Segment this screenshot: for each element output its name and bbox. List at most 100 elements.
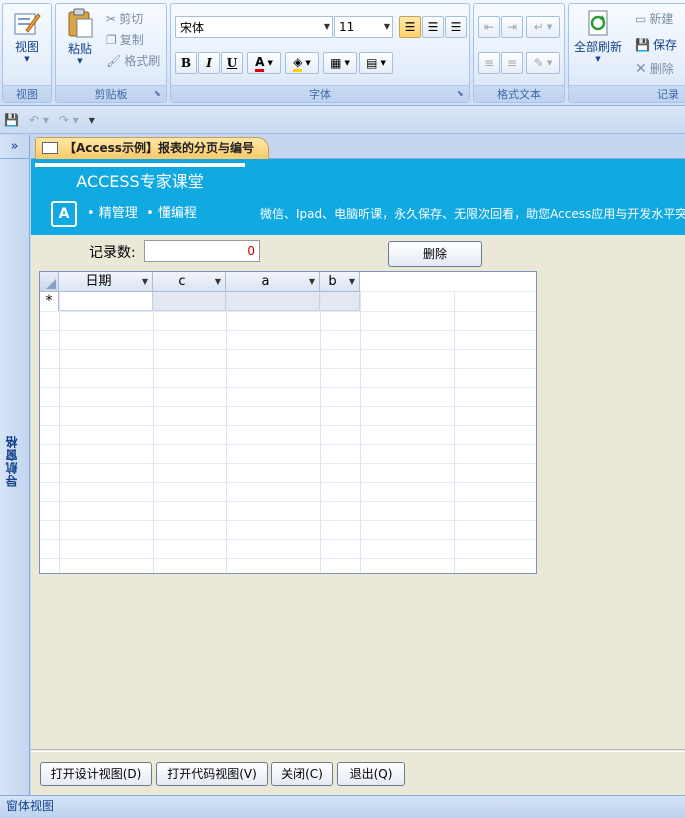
bulleted-list-icon: ≡ — [506, 56, 518, 70]
copy-button[interactable]: ❐ 复制 — [106, 31, 144, 48]
grid-row-line — [40, 406, 536, 407]
column-header-date[interactable]: 日期 ▼ — [59, 272, 153, 292]
column-header-a[interactable]: a ▼ — [226, 272, 320, 292]
clipboard-group: 粘贴 ▼ ✂ 剪切 ❐ 复制 🖌 格式刷 剪贴板 ⬊ — [55, 3, 167, 103]
grid-row-line — [40, 444, 536, 445]
close-button[interactable]: 关闭(C) — [271, 762, 333, 786]
document-tab-title: 【Access示例】报表的分页与编号 — [64, 141, 254, 155]
highlight-button[interactable]: ✎ ▼ — [526, 52, 560, 74]
paste-button[interactable]: 粘贴 ▼ — [62, 8, 98, 65]
grid-icon: ▦ — [330, 56, 342, 70]
font-size-select[interactable]: 11 ▼ — [334, 16, 393, 38]
column-header-c[interactable]: c ▼ — [153, 272, 226, 292]
italic-label: I — [206, 56, 212, 70]
grid-column-line — [226, 292, 227, 573]
alternate-row-color-button[interactable]: ▤ ▼ — [359, 52, 393, 74]
form-view: ACCESS专家课堂 A • 精管理 • 懂编程 微信、Ipad、电脑听课，永久保… — [31, 159, 685, 795]
new-record-button[interactable]: ▭ 新建 — [635, 10, 673, 27]
brush-icon: 🖌 — [106, 53, 122, 68]
view-button-label: 视图 — [14, 40, 39, 54]
datasheet-subform[interactable]: 日期 ▼ c ▼ a ▼ b ▼ * — [39, 271, 537, 574]
new-record-cell[interactable] — [226, 292, 320, 311]
records-group: 全部刷新 ▼ ▭ 新建 💾 保存 ✕ 删除 记录 — [568, 3, 685, 103]
format-painter-label: 格式刷 — [124, 54, 161, 68]
copy-icon: ❐ — [106, 32, 117, 47]
view-button[interactable]: 视图 ▼ — [7, 8, 47, 63]
column-header-b[interactable]: b ▼ — [320, 272, 360, 292]
status-bar: 窗体视图 — [0, 795, 685, 818]
font-group-label: 字体 — [171, 85, 469, 102]
chevron-down-icon[interactable]: ▼ — [309, 272, 315, 291]
exit-button[interactable]: 退出(Q) — [337, 762, 405, 786]
chevron-down-icon[interactable]: ▼ — [215, 272, 221, 291]
chevron-down-icon[interactable]: ▼ — [349, 272, 355, 291]
align-center-button[interactable]: ☰ — [422, 16, 444, 38]
new-record-cell[interactable] — [153, 292, 226, 311]
new-record-cell[interactable] — [320, 292, 360, 311]
new-record-cell[interactable] — [59, 292, 153, 311]
save-icon[interactable]: 💾 — [4, 113, 19, 127]
chevron-down-icon: ▼ — [344, 59, 350, 67]
quick-access-toolbar: 💾 ↶ ▾ ↷ ▾ ▾ — [0, 106, 685, 134]
new-record-row-selector[interactable]: * — [40, 292, 59, 311]
status-view-label: 窗体视图 — [6, 799, 55, 813]
bold-label: B — [180, 56, 192, 70]
align-right-button[interactable]: ☰ — [445, 16, 467, 38]
delete-record-button[interactable]: ✕ 删除 — [635, 60, 674, 77]
align-left-button[interactable]: ☰ — [399, 16, 421, 38]
increase-indent-button[interactable]: ⇥ — [501, 16, 523, 38]
banner-slogan: 微信、Ipad、电脑听课，永久保存、无限次回看，助您Access应用与开发水平突 — [260, 207, 685, 221]
grid-row-line — [40, 482, 536, 483]
tab-form-document[interactable]: 【Access示例】报表的分页与编号 — [35, 137, 269, 159]
underline-label: U — [226, 56, 238, 70]
redo-icon[interactable]: ↷ ▾ — [59, 113, 79, 127]
nav-pane-toggle-icon[interactable]: » — [0, 135, 29, 159]
numbering-button[interactable]: ≡ — [478, 52, 500, 74]
save-record-button[interactable]: 💾 保存 — [635, 36, 677, 53]
navigation-pane-label[interactable]: 导航窗格 — [3, 435, 27, 487]
select-all-corner[interactable] — [40, 272, 59, 292]
fill-color-button[interactable]: ◈ ▼ — [285, 52, 319, 74]
bullets-button[interactable]: ≡ — [501, 52, 523, 74]
underline-button[interactable]: U — [221, 52, 243, 74]
chevron-down-icon: ▼ — [323, 22, 330, 31]
decrease-indent-button[interactable]: ⇤ — [478, 16, 500, 38]
column-header-empty — [360, 272, 536, 292]
highlight-icon: ✎ — [533, 56, 544, 70]
customize-toolbar-icon[interactable]: ▾ — [89, 113, 95, 127]
open-design-view-button[interactable]: 打开设计视图(D) — [40, 762, 152, 786]
grid-column-line — [454, 292, 455, 573]
align-left-icon: ☰ — [404, 20, 416, 34]
chevron-down-icon: ▼ — [77, 57, 83, 65]
text-direction-button[interactable]: ↵ ▼ — [526, 16, 560, 38]
chevron-down-icon[interactable]: ▼ — [142, 272, 148, 291]
open-code-view-button[interactable]: 打开代码视图(V) — [156, 762, 268, 786]
grid-row-line — [40, 539, 536, 540]
italic-button[interactable]: I — [198, 52, 220, 74]
dialog-launcher-icon[interactable]: ⬊ — [457, 90, 466, 99]
header-banner: ACCESS专家课堂 A • 精管理 • 懂编程 微信、Ipad、电脑听课，永久保… — [31, 159, 685, 235]
align-center-icon: ☰ — [427, 20, 439, 34]
gridlines-button[interactable]: ▦ ▼ — [323, 52, 357, 74]
bold-button[interactable]: B — [175, 52, 197, 74]
paste-button-label: 粘贴 — [67, 42, 92, 56]
access-logo-icon: A — [51, 200, 77, 227]
cut-button-label: 剪切 — [119, 12, 144, 26]
format-painter-button[interactable]: 🖌 格式刷 — [106, 52, 160, 69]
banner-title: ACCESS专家课堂 — [35, 167, 245, 197]
font-size-value: 11 — [339, 20, 355, 34]
dialog-launcher-icon[interactable]: ⬊ — [154, 90, 163, 99]
font-color-button[interactable]: A ▼ — [247, 52, 281, 74]
rich-text-group-label: 格式文本 — [474, 85, 564, 102]
cut-button[interactable]: ✂ 剪切 — [106, 10, 143, 27]
grid-row-line — [40, 463, 536, 464]
undo-icon[interactable]: ↶ ▾ — [29, 113, 49, 127]
refresh-all-button[interactable]: 全部刷新 ▼ — [571, 8, 625, 63]
record-count-field[interactable]: 0 — [144, 240, 260, 262]
delete-button[interactable]: 删除 — [388, 241, 482, 267]
navigation-pane[interactable]: » 导航窗格 — [0, 135, 30, 795]
font-name-select[interactable]: 宋体 ▼ — [175, 16, 333, 38]
delete-x-icon: ✕ — [635, 60, 647, 77]
save-record-label: 保存 — [652, 38, 677, 52]
banner-subtitle-row: A • 精管理 • 懂编程 — [35, 197, 245, 231]
